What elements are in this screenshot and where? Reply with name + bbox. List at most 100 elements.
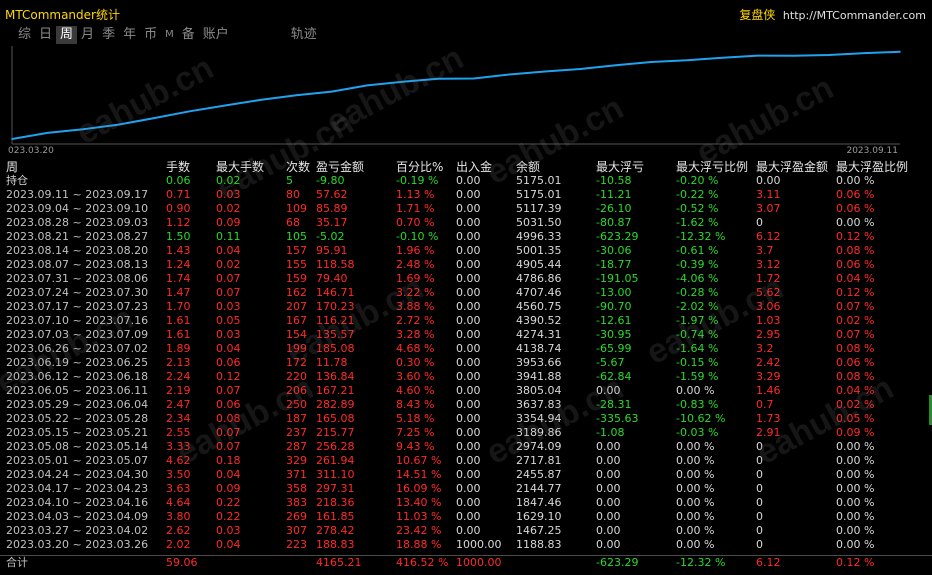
table-row[interactable]: 2023.05.01 ~ 2023.05.07 4.62 0.18 329 261.94… [0, 454, 932, 468]
balance-point [188, 110, 191, 113]
cell-lots: 1.24 [166, 258, 191, 271]
holding-max-loss: -10.58 [596, 174, 632, 187]
cell-pnl: 165.08 [316, 412, 355, 425]
holding-io: 0.00 [456, 174, 481, 187]
cell-max-gain: 3.12 [756, 258, 781, 271]
brand-url[interactable]: http://MTCommander.com [783, 9, 926, 22]
table-row[interactable]: 2023.04.24 ~ 2023.04.30 3.50 0.04 371 311.10… [0, 468, 932, 482]
cell-max-gain-pct: 0.08 % [836, 370, 875, 383]
cell-pnl: 167.21 [316, 384, 355, 397]
cell-lots: 2.02 [166, 538, 191, 551]
cell-max-gain: 0 [756, 216, 763, 229]
cell-balance: 5001.35 [516, 244, 562, 257]
balance-point [46, 132, 49, 134]
cell-lots: 1.61 [166, 328, 191, 341]
cell-pct: 1.69 % [396, 272, 435, 285]
cell-pct: 0.70 % [396, 216, 435, 229]
cell-max-loss: -191.05 [596, 272, 639, 285]
table-row[interactable]: 2023.06.26 ~ 2023.07.02 1.89 0.04 199 185.08… [0, 342, 932, 356]
table-row[interactable]: 2023.08.28 ~ 2023.09.03 1.12 0.09 68 35.17 0.… [0, 216, 932, 230]
tab-3[interactable]: 月 [77, 26, 98, 44]
cell-count: 167 [286, 314, 307, 327]
cell-io: 0.00 [456, 314, 481, 327]
cell-io: 0.00 [456, 524, 481, 537]
table-row[interactable]: 2023.05.08 ~ 2023.05.14 3.33 0.07 287 256.28… [0, 440, 932, 454]
cell-pnl: 116.21 [316, 314, 355, 327]
cell-max-gain: 2.42 [756, 356, 781, 369]
cell-max-gain-pct: 0.02 % [836, 398, 875, 411]
cell-pnl: 188.83 [316, 538, 355, 551]
tab-5[interactable]: 年 [119, 26, 140, 44]
table-row[interactable]: 2023.06.19 ~ 2023.06.25 2.13 0.06 172 11.78 0… [0, 356, 932, 370]
tab-6[interactable]: 币 [140, 26, 161, 44]
cell-count: 159 [286, 272, 307, 285]
cell-max-gain-pct: 0.00 % [836, 510, 875, 523]
cell-max-lots: 0.06 [216, 356, 241, 369]
cell-lots: 3.33 [166, 440, 191, 453]
table-row[interactable]: 2023.04.17 ~ 2023.04.23 3.63 0.09 358 297.31… [0, 482, 932, 496]
table-row[interactable]: 2023.09.04 ~ 2023.09.10 0.90 0.02 109 85.89 1… [0, 202, 932, 216]
cell-max-loss-pct: -12.32 % [676, 230, 726, 243]
tab-8[interactable]: 备 [178, 26, 199, 44]
table-row[interactable]: 2023.03.27 ~ 2023.04.02 2.62 0.03 307 278.42… [0, 524, 932, 538]
table-row[interactable]: 2023.07.17 ~ 2023.07.23 1.70 0.03 207 170.23… [0, 300, 932, 314]
cell-balance: 3805.04 [516, 384, 562, 397]
cell-week: 2023.06.05 ~ 2023.06.11 [6, 384, 149, 397]
cell-lots: 1.70 [166, 300, 191, 313]
table-row[interactable]: 2023.07.03 ~ 2023.07.09 1.61 0.03 154 135.57… [0, 328, 932, 342]
cell-max-loss: 0.00 [596, 482, 621, 495]
cell-max-gain-pct: 0.12 % [836, 230, 875, 243]
cell-io: 0.00 [456, 258, 481, 271]
cell-max-lots: 0.22 [216, 496, 241, 509]
tab-9[interactable]: 账户 [199, 26, 233, 44]
cell-pnl: 135.57 [316, 328, 355, 341]
cell-lots: 2.55 [166, 426, 191, 439]
table-row[interactable]: 2023.07.24 ~ 2023.07.30 1.47 0.07 162 146.71… [0, 286, 932, 300]
table-row[interactable]: 2023.05.22 ~ 2023.05.28 2.34 0.08 187 165.08… [0, 412, 932, 426]
table-row[interactable]: 2023.06.12 ~ 2023.06.18 2.24 0.12 220 136.84… [0, 370, 932, 384]
cell-lots: 4.62 [166, 454, 191, 467]
table-row[interactable]: 2023.07.31 ~ 2023.08.06 1.74 0.07 159 79.40 1… [0, 272, 932, 286]
cell-pnl: 297.31 [316, 482, 355, 495]
tab-2[interactable]: 周 [56, 26, 78, 44]
cell-max-loss: -5.67 [596, 356, 625, 369]
cell-count: 68 [286, 216, 300, 229]
table-row[interactable]: 2023.06.05 ~ 2023.06.11 2.19 0.07 206 167.21… [0, 384, 932, 398]
table-row[interactable]: 2023.05.15 ~ 2023.05.21 2.55 0.07 237 215.77… [0, 426, 932, 440]
cell-max-gain-pct: 0.00 % [836, 496, 875, 509]
cell-lots: 4.64 [166, 496, 191, 509]
cell-max-lots: 0.04 [216, 468, 241, 481]
cell-max-loss-pct: -4.06 % [676, 272, 719, 285]
column-header: 最大浮亏 [596, 160, 645, 174]
table-row[interactable]: 2023.09.11 ~ 2023.09.17 0.71 0.03 80 57.62 1.… [0, 188, 932, 202]
cell-max-gain: 0.7 [756, 398, 774, 411]
table-row[interactable]: 2023.07.10 ~ 2023.07.16 1.61 0.05 167 116.21… [0, 314, 932, 328]
cell-io: 0.00 [456, 398, 481, 411]
table-row[interactable]: 2023.08.14 ~ 2023.08.20 1.43 0.04 157 95.91 1… [0, 244, 932, 258]
tab-10[interactable]: 轨迹 [287, 26, 321, 44]
cell-max-loss: -90.70 [596, 300, 632, 313]
table-row[interactable]: 2023.08.21 ~ 2023.08.27 1.50 0.11 105 -5.02 -… [0, 230, 932, 244]
cell-max-lots: 0.04 [216, 342, 241, 355]
tab-4[interactable]: 季 [98, 26, 119, 44]
table-row[interactable]: 2023.04.03 ~ 2023.04.09 3.80 0.22 269 161.85… [0, 510, 932, 524]
table-row[interactable]: 2023.03.20 ~ 2023.03.26 2.02 0.04 223 188.83… [0, 538, 932, 552]
cell-max-gain: 1.73 [756, 412, 781, 425]
holding-row[interactable]: 持仓 0.06 0.02 5 -9.80 -0.19 % 0.00 5175.01 -10.58… [0, 174, 932, 188]
cell-max-lots: 0.04 [216, 538, 241, 551]
tab-0[interactable]: 综 [14, 26, 35, 44]
cell-max-gain: 0 [756, 440, 763, 453]
cell-week: 2023.05.15 ~ 2023.05.21 [6, 426, 149, 439]
cell-io: 0.00 [456, 216, 481, 229]
cell-pct: 9.43 % [396, 440, 435, 453]
table-row[interactable]: 2023.05.29 ~ 2023.06.04 2.47 0.06 250 282.89… [0, 398, 932, 412]
table-row[interactable]: 2023.04.10 ~ 2023.04.16 4.64 0.22 383 218.36… [0, 496, 932, 510]
cell-io: 0.00 [456, 482, 481, 495]
table-row[interactable]: 2023.08.07 ~ 2023.08.13 1.24 0.02 155 118.58… [0, 258, 932, 272]
column-header: 手数 [166, 160, 191, 174]
holding-max-loss-pct: -0.20 % [676, 174, 719, 187]
tab-7[interactable]: M [161, 26, 178, 44]
cell-week: 2023.04.03 ~ 2023.04.09 [6, 510, 149, 523]
tab-1[interactable]: 日 [35, 26, 56, 44]
cell-week: 2023.04.24 ~ 2023.04.30 [6, 468, 149, 481]
